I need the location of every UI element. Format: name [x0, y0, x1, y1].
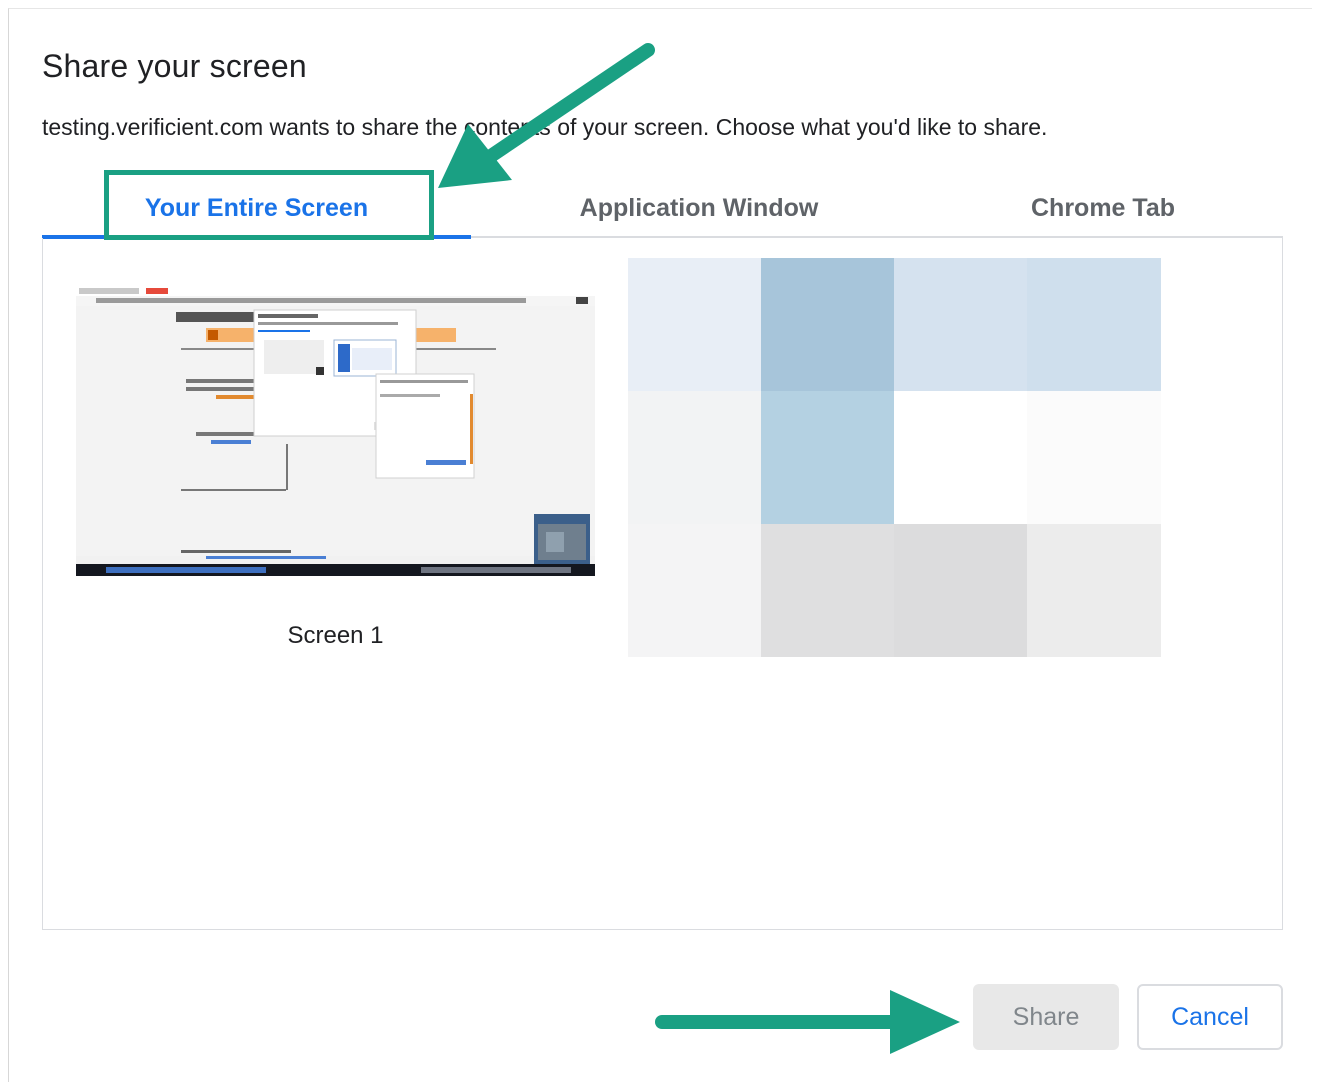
mosaic-cell	[761, 258, 895, 391]
mosaic-cell	[894, 524, 1028, 657]
mosaic-cell	[894, 258, 1028, 391]
mosaic-cell	[1027, 258, 1161, 391]
dialog-subtitle: testing.verificient.com wants to share t…	[42, 114, 1048, 140]
screen-preview-image	[76, 284, 595, 576]
mosaic-cell	[628, 524, 762, 657]
mosaic-cell	[1027, 524, 1161, 657]
tab-chrome-tab[interactable]: Chrome Tab	[922, 180, 1284, 236]
pixelated-preview	[628, 258, 1161, 657]
tab-application-window[interactable]: Application Window	[482, 180, 916, 236]
mosaic-cell	[1027, 391, 1161, 524]
dialog-title: Share your screen	[42, 48, 307, 84]
tab-your-entire-screen[interactable]: Your Entire Screen	[42, 180, 471, 236]
screen-1-label: Screen 1	[287, 622, 384, 649]
mosaic-cell	[761, 391, 895, 524]
source-tabs: Your Entire Screen Application Window Ch…	[42, 180, 1284, 239]
screen-1-thumbnail[interactable]	[76, 284, 595, 576]
mosaic-cell	[894, 391, 1028, 524]
share-button[interactable]: Share	[973, 984, 1119, 1050]
cancel-button[interactable]: Cancel	[1137, 984, 1283, 1050]
mosaic-cell	[761, 524, 895, 657]
source-list-panel: Screen 1	[42, 238, 1283, 930]
mosaic-cell	[628, 391, 762, 524]
mosaic-cell	[628, 258, 762, 391]
